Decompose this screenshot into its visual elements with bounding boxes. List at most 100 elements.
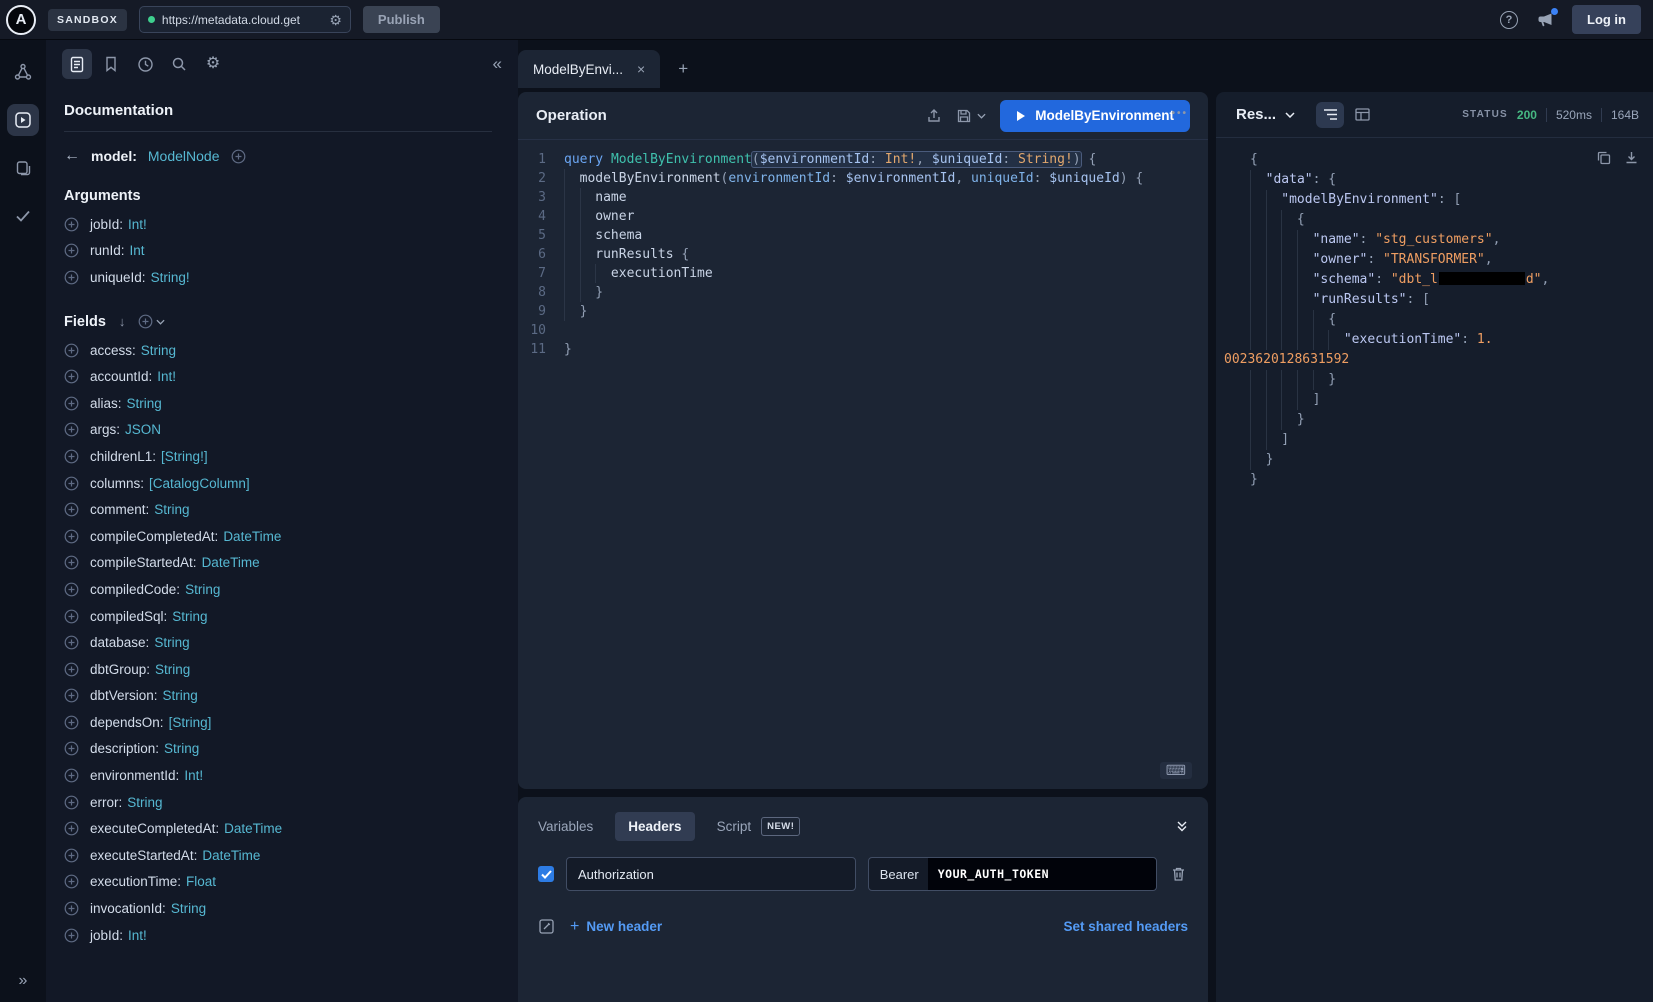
field-type-link[interactable]: String [127,396,162,411]
argument-type-link[interactable]: Int [130,243,145,258]
add-field-icon[interactable] [64,529,79,544]
tab-history[interactable] [130,49,160,79]
field-row[interactable]: alias: String [64,390,492,417]
tab-search[interactable] [164,49,194,79]
field-type-link[interactable]: [CatalogColumn] [149,476,250,491]
close-tab-icon[interactable]: × [637,61,645,77]
add-field-icon[interactable] [64,821,79,836]
field-type-link[interactable]: [String!] [161,449,208,464]
back-icon[interactable]: ← [64,147,80,165]
endpoint-url-input[interactable]: https://metadata.cloud.get ⚙ [139,6,351,33]
add-field-icon[interactable] [64,449,79,464]
save-operation-button[interactable] [956,108,986,124]
header-enabled-checkbox[interactable] [538,866,554,882]
tab-documentation[interactable] [62,49,92,79]
field-type-link[interactable]: String [154,635,189,650]
argument-row[interactable]: uniqueId: String! [64,264,492,291]
header-key-input[interactable]: Authorization [566,857,856,891]
field-type-link[interactable]: String [127,795,162,810]
field-row[interactable]: executeStartedAt: DateTime [64,842,492,869]
login-button[interactable]: Log in [1572,5,1641,34]
editor-menu-button[interactable]: ••• [1171,108,1188,119]
delete-header-button[interactable] [1169,866,1188,882]
field-type-link[interactable]: DateTime [224,821,282,836]
field-row[interactable]: dbtGroup: String [64,656,492,683]
argument-row[interactable]: jobId: Int! [64,211,492,238]
add-argument-icon[interactable] [64,217,79,232]
download-response-button[interactable] [1624,150,1639,165]
add-field-icon[interactable] [64,768,79,783]
field-type-link[interactable]: DateTime [202,555,260,570]
field-row[interactable]: description: String [64,736,492,763]
tab-variables[interactable]: Variables [538,819,593,834]
add-field-icon[interactable] [64,502,79,517]
rail-explorer-button[interactable] [7,104,39,136]
add-field-icon[interactable] [64,476,79,491]
add-field-icon[interactable] [64,901,79,916]
run-operation-button[interactable]: ModelByEnvironment [1000,100,1190,132]
query-editor[interactable]: 1query ModelByEnvironment($environmentId… [518,140,1208,789]
share-operation-button[interactable] [926,108,942,124]
copy-response-button[interactable] [1596,150,1611,165]
field-row[interactable]: access: String [64,337,492,364]
add-field-icon[interactable] [64,609,79,624]
new-tab-button[interactable]: + [668,50,698,88]
field-type-link[interactable]: Int! [157,369,176,384]
field-row[interactable]: invocationId: String [64,895,492,922]
publish-button[interactable]: Publish [363,6,440,33]
field-type-link[interactable]: String [141,343,176,358]
add-field-icon[interactable] [64,422,79,437]
field-row[interactable]: args: JSON [64,417,492,444]
add-field-icon[interactable] [64,688,79,703]
field-row[interactable]: compileStartedAt: DateTime [64,550,492,577]
expand-sidebar-button[interactable]: » [19,972,28,990]
add-field-icon[interactable] [64,555,79,570]
endpoint-settings-icon[interactable]: ⚙ [329,13,342,27]
rail-checks-button[interactable] [7,200,39,232]
field-type-link[interactable]: [String] [169,715,212,730]
rail-collections-button[interactable] [7,152,39,184]
field-row[interactable]: executeCompletedAt: DateTime [64,815,492,842]
rail-schema-button[interactable] [7,56,39,88]
field-type-link[interactable]: Float [186,874,216,889]
field-row[interactable]: columns: [CatalogColumn] [64,470,492,497]
field-type-link[interactable]: DateTime [202,848,260,863]
new-header-button[interactable]: + New header [570,919,662,935]
add-field-icon[interactable] [64,874,79,889]
header-value-input[interactable]: Bearer YOUR_AUTH_TOKEN [868,857,1157,891]
add-field-icon[interactable] [64,369,79,384]
argument-type-link[interactable]: String! [151,270,190,285]
add-field-icon[interactable] [64,928,79,943]
keyboard-shortcuts-button[interactable]: ⌨ [1160,762,1192,779]
field-type-link[interactable]: String [154,502,189,517]
add-field-icon[interactable] [64,795,79,810]
tab-saved[interactable] [96,49,126,79]
field-row[interactable]: dbtVersion: String [64,683,492,710]
tab-settings[interactable]: ⚙ [198,49,228,79]
field-type-link[interactable]: DateTime [223,529,281,544]
collapse-request-panel-button[interactable] [1176,820,1188,833]
field-row[interactable]: dependsOn: [String] [64,709,492,736]
add-field-icon[interactable] [64,343,79,358]
table-view-button[interactable] [1348,102,1376,128]
collapse-docs-panel-button[interactable]: « [493,54,502,74]
sort-fields-icon[interactable]: ↓ [119,314,126,329]
field-type-link[interactable]: Int! [184,768,203,783]
add-field-icon[interactable] [64,715,79,730]
add-field-icon[interactable] [64,396,79,411]
field-row[interactable]: database: String [64,629,492,656]
apollo-logo[interactable]: A [6,5,36,35]
field-row[interactable]: compiledSql: String [64,603,492,630]
tab-headers[interactable]: Headers [615,812,694,841]
formatted-view-button[interactable] [1316,102,1344,128]
set-shared-headers-link[interactable]: Set shared headers [1063,919,1188,934]
field-row[interactable]: childrenL1: [String!] [64,443,492,470]
field-row[interactable]: environmentId: Int! [64,762,492,789]
env-edit-icon[interactable] [538,918,555,935]
field-row[interactable]: error: String [64,789,492,816]
add-field-icon[interactable] [64,741,79,756]
operation-tab[interactable]: ModelByEnvi... × [518,50,660,88]
field-type-link[interactable]: String [185,582,220,597]
add-argument-icon[interactable] [64,270,79,285]
argument-type-link[interactable]: Int! [128,217,147,232]
